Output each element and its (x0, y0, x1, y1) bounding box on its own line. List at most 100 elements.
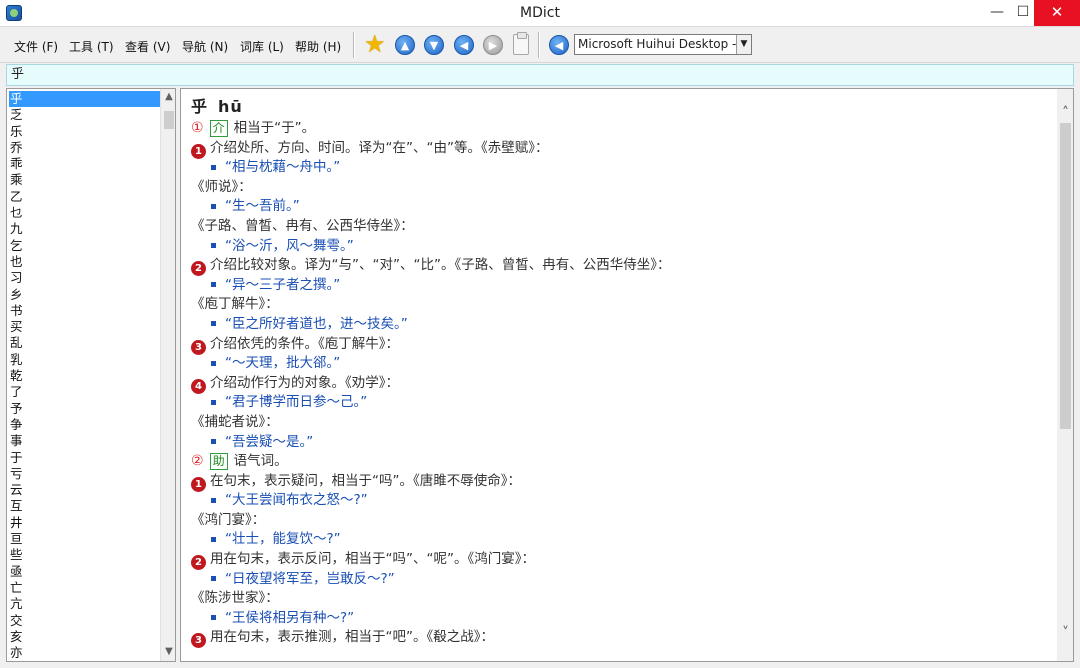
definition-line: 2 用在句末，表示反问，相当于“吗”、“呢”。《鸿门宴》： (191, 550, 1051, 571)
word-list-item[interactable]: 乎 (9, 91, 161, 108)
bullet-icon (211, 576, 216, 582)
word-list-item[interactable]: 乐 (9, 124, 161, 140)
word-list-item[interactable]: 乜 (9, 205, 161, 221)
word-list-item[interactable]: 九 (9, 221, 161, 237)
word-list-scrollbar[interactable]: ▲ ▼ (160, 89, 175, 661)
menu-library[interactable]: 词库 (L) (240, 38, 284, 55)
word-list-item[interactable]: 予 (9, 401, 161, 417)
definition-number: 3 (191, 633, 206, 649)
example-line: “日夜望将军至，岂敢反～?” (191, 570, 1051, 590)
example-line: “君子博学而日参～己。” (191, 393, 1051, 413)
sense-heading: ② 助语气词。 (191, 452, 1051, 472)
word-list-item[interactable]: 乘 (9, 172, 161, 188)
arrow-up-icon[interactable]: ▲ (395, 35, 415, 55)
word-list-item[interactable]: 亏 (9, 466, 161, 482)
clipboard-icon[interactable] (513, 32, 529, 55)
headword-pinyin: hū (218, 97, 243, 116)
definition-line: 1 介绍处所、方向、时间。译为“在”、“由”等。《赤壁赋》： (191, 139, 1051, 159)
example-line: “王侯将相另有种～?” (191, 609, 1051, 629)
speaker-icon[interactable]: ◀ (549, 35, 569, 55)
example-line: “生～吾前。” (191, 197, 1051, 217)
voice-select[interactable]: Microsoft Huihui Desktop - C ▼ (574, 34, 752, 55)
title-bar: MDict — ☐ ✕ (0, 0, 1080, 27)
chevron-down-icon[interactable]: ▼ (736, 35, 751, 54)
part-of-speech-tag: 介 (209, 119, 228, 137)
word-list-item[interactable]: 亥 (9, 629, 161, 645)
menu-view[interactable]: 查看 (V) (125, 38, 170, 55)
menu-help[interactable]: 帮助 (H) (295, 38, 341, 55)
word-list-item[interactable]: 乱 (9, 335, 161, 351)
word-list-item[interactable]: 事 (9, 433, 161, 449)
sense-heading: ① 介相当于“于”。 (191, 119, 1051, 139)
bullet-icon (211, 282, 216, 288)
bullet-icon (211, 203, 216, 209)
word-list-item[interactable]: 亟 (9, 564, 161, 580)
word-list-item[interactable]: 亦 (9, 645, 161, 661)
scroll-down-icon[interactable]: ▼ (161, 646, 175, 657)
word-list-item[interactable]: 习 (9, 270, 161, 286)
back-icon[interactable]: ◀ (454, 35, 474, 55)
example-text: “～天理，批大郤。” (225, 355, 341, 372)
example-line: “～天理，批大郤。” (191, 354, 1051, 374)
definition-line: 4 介绍动作行为的对象。《劝学》： (191, 374, 1051, 394)
example-text: “君子博学而日参～己。” (225, 394, 368, 411)
word-list-item[interactable]: 买 (9, 319, 161, 335)
definition-text: 介绍依凭的条件。《庖丁解牛》： (210, 335, 399, 352)
word-list-item[interactable]: 交 (9, 613, 161, 629)
scrollbar-thumb[interactable] (1060, 123, 1071, 429)
headword-char: 乎 (191, 97, 209, 116)
definition-text: 介绍处所、方向、时间。译为“在”、“由”等。《赤壁赋》： (210, 139, 549, 156)
menu-navigate[interactable]: 导航 (N) (182, 38, 228, 55)
word-list-item[interactable]: 乏 (9, 107, 161, 123)
close-button[interactable]: ✕ (1034, 0, 1080, 26)
definition-number: 3 (191, 339, 206, 355)
example-line: “臣之所好者道也，进～技矣。” (191, 315, 1051, 335)
example-text: “吾尝疑～是。” (225, 433, 314, 450)
word-list-item[interactable]: 亡 (9, 580, 161, 596)
example-line: “壮士，能复饮～?” (191, 530, 1051, 550)
scrollbar-thumb[interactable] (164, 111, 174, 129)
word-list-item[interactable]: 乙 (9, 189, 161, 205)
word-list-item[interactable]: 于 (9, 450, 161, 466)
sense-text: 相当于“于”。 (233, 120, 316, 136)
word-list-item[interactable]: 乞 (9, 238, 161, 254)
menu-toolbar-bar: 文件 (F) 工具 (T) 查看 (V) 导航 (N) 词库 (L) 帮助 (H… (0, 27, 1080, 63)
word-list-item[interactable]: 乾 (9, 368, 161, 384)
search-input[interactable]: 乎 (6, 64, 1074, 86)
bullet-icon (211, 164, 216, 170)
example-text: “异～三子者之撰。” (225, 276, 341, 293)
word-list-item[interactable]: 互 (9, 498, 161, 514)
word-list-item[interactable]: 也 (9, 254, 161, 270)
menu-file[interactable]: 文件 (F) (14, 38, 58, 55)
definition-text: 介绍比较对象。译为“与”、“对”、“比”。《子路、曾皙、冉有、公西华侍坐》： (210, 257, 671, 274)
chevron-down-icon[interactable]: ˅ (1057, 625, 1073, 641)
word-list-item[interactable]: 亘 (9, 531, 161, 547)
word-list-item[interactable]: 乡 (9, 287, 161, 303)
star-icon[interactable]: ★ (364, 30, 386, 58)
word-list-item[interactable]: 了 (9, 384, 161, 400)
word-list-item[interactable]: 争 (9, 417, 161, 433)
toolbar-separator (353, 32, 355, 58)
word-list-item[interactable]: 书 (9, 303, 161, 319)
menu-tools[interactable]: 工具 (T) (69, 38, 114, 55)
definition-text: 用在句末，表示推测，相当于“吧”。《殽之战》： (210, 629, 494, 646)
word-list-item[interactable]: 亢 (9, 596, 161, 612)
sense-number: ② (191, 453, 204, 470)
word-list-item[interactable]: 井 (9, 515, 161, 531)
word-list-item[interactable]: 乳 (9, 352, 161, 368)
word-list-item[interactable]: 乖 (9, 156, 161, 172)
word-list-item[interactable]: 些 (9, 547, 161, 563)
example-text: “相与枕藉～舟中。” (225, 159, 341, 176)
entry-scrollbar[interactable]: ˄ ˅ (1057, 89, 1073, 661)
word-list-item[interactable]: 云 (9, 482, 161, 498)
arrow-down-icon[interactable]: ▼ (424, 35, 444, 55)
word-list-item[interactable]: 乔 (9, 140, 161, 156)
bullet-icon (211, 439, 216, 444)
bullet-icon (211, 360, 216, 366)
forward-icon[interactable]: ▶ (483, 35, 503, 55)
scroll-up-icon[interactable]: ▲ (161, 91, 175, 102)
chevron-up-icon[interactable]: ˄ (1057, 105, 1073, 121)
window-title: MDict (520, 5, 560, 21)
bullet-icon (211, 536, 216, 542)
word-list-item[interactable]: 产 (9, 661, 161, 662)
